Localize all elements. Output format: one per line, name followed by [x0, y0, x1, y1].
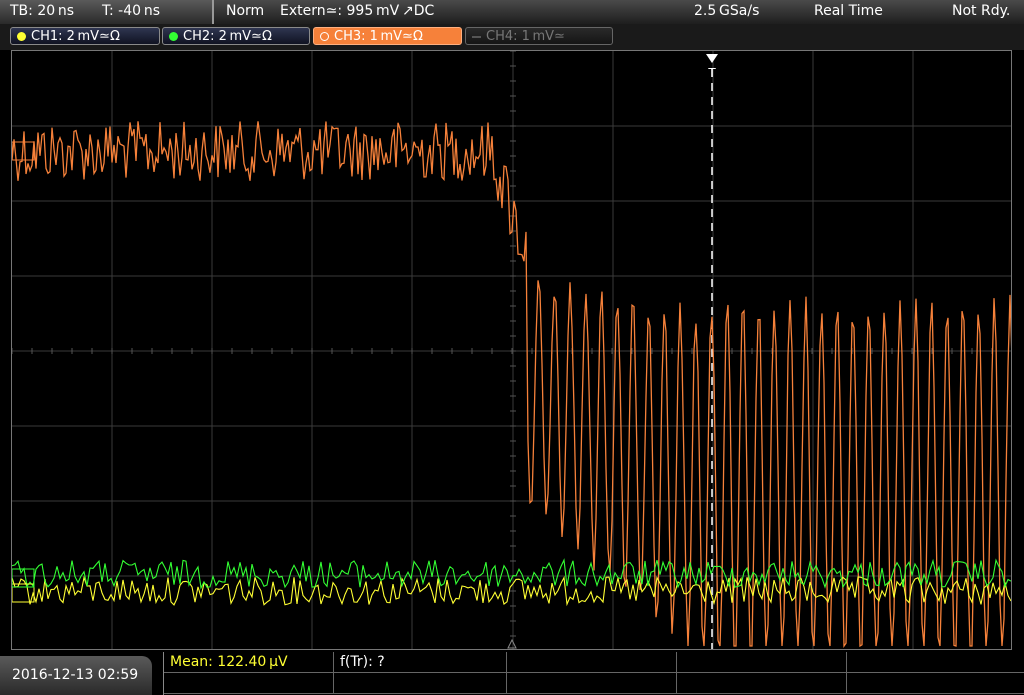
rise-time-frequency-measurement[interactable]: f(Tr): ?	[334, 652, 507, 673]
status-bar: TB: 20 ns T: -40 ns Norm Extern≃: 995 mV…	[0, 0, 1024, 24]
channel-tabs: CH1: 2 mV≃Ω CH2: 2 mV≃Ω CH3: 1 mV≃Ω CH4:…	[0, 24, 1024, 50]
channel-2-indicator-icon	[169, 32, 178, 41]
trigger-time-readout[interactable]: T: -40 ns	[102, 3, 160, 19]
measurement-slot-5[interactable]	[847, 652, 1024, 673]
bottom-bar: 2016-12-13 02:59 Mean: 122.40 µV f(Tr): …	[0, 652, 1024, 695]
mean-measurement[interactable]: Mean: 122.40 µV	[164, 652, 334, 673]
measurement-slot-3[interactable]	[507, 652, 677, 673]
channel-1-indicator-icon	[17, 32, 26, 41]
graticule-grid	[12, 51, 1011, 649]
channel-1-tab[interactable]: CH1: 2 mV≃Ω	[10, 27, 160, 45]
channel-3-tab[interactable]: CH3: 1 mV≃Ω	[313, 27, 462, 45]
trigger-marker-label: T	[707, 66, 716, 80]
channel-4-label: CH4: 1 mV≃	[486, 29, 565, 44]
timebase-readout[interactable]: TB: 20 ns	[10, 3, 74, 19]
sample-rate: 2.5 GSa/s	[694, 3, 760, 19]
date-time: 2016-12-13 02:59	[0, 656, 152, 695]
timebase-panel[interactable]: TB: 20 ns T: -40 ns	[0, 0, 214, 24]
measurement-table[interactable]: Mean: 122.40 µV f(Tr): ?	[163, 652, 1024, 695]
channel-2-waveform	[12, 558, 1011, 590]
down-triangle-icon[interactable]	[706, 54, 718, 63]
graticule-svg: T	[12, 51, 1011, 649]
measurement-slot-8[interactable]	[507, 673, 677, 694]
waveform-display[interactable]: T	[11, 50, 1012, 650]
measurement-slot-7[interactable]	[334, 673, 507, 694]
trigger-mode[interactable]: Norm	[226, 3, 264, 19]
acquisition-status: Not Rdy.	[952, 3, 1011, 19]
measurement-slot-10[interactable]	[847, 673, 1024, 694]
channel-4-off-icon	[472, 36, 481, 38]
channel-3-label: CH3: 1 mV≃Ω	[334, 29, 423, 44]
trigger-source[interactable]: Extern≃: 995 mV ↗DC	[280, 3, 434, 19]
channel-3-indicator-icon	[320, 32, 329, 41]
measurement-slot-6[interactable]	[164, 673, 334, 694]
channel-4-tab[interactable]: CH4: 1 mV≃	[465, 27, 613, 45]
channel-3-waveform	[12, 121, 1011, 648]
acquisition-mode[interactable]: Real Time	[814, 3, 883, 19]
measurement-slot-4[interactable]	[677, 652, 847, 673]
time-reference-icon	[507, 638, 517, 649]
channel-2-label: CH2: 2 mV≃Ω	[183, 29, 272, 44]
channel-1-label: CH1: 2 mV≃Ω	[31, 29, 120, 44]
channel-2-tab[interactable]: CH2: 2 mV≃Ω	[162, 27, 310, 45]
measurement-slot-9[interactable]	[677, 673, 847, 694]
